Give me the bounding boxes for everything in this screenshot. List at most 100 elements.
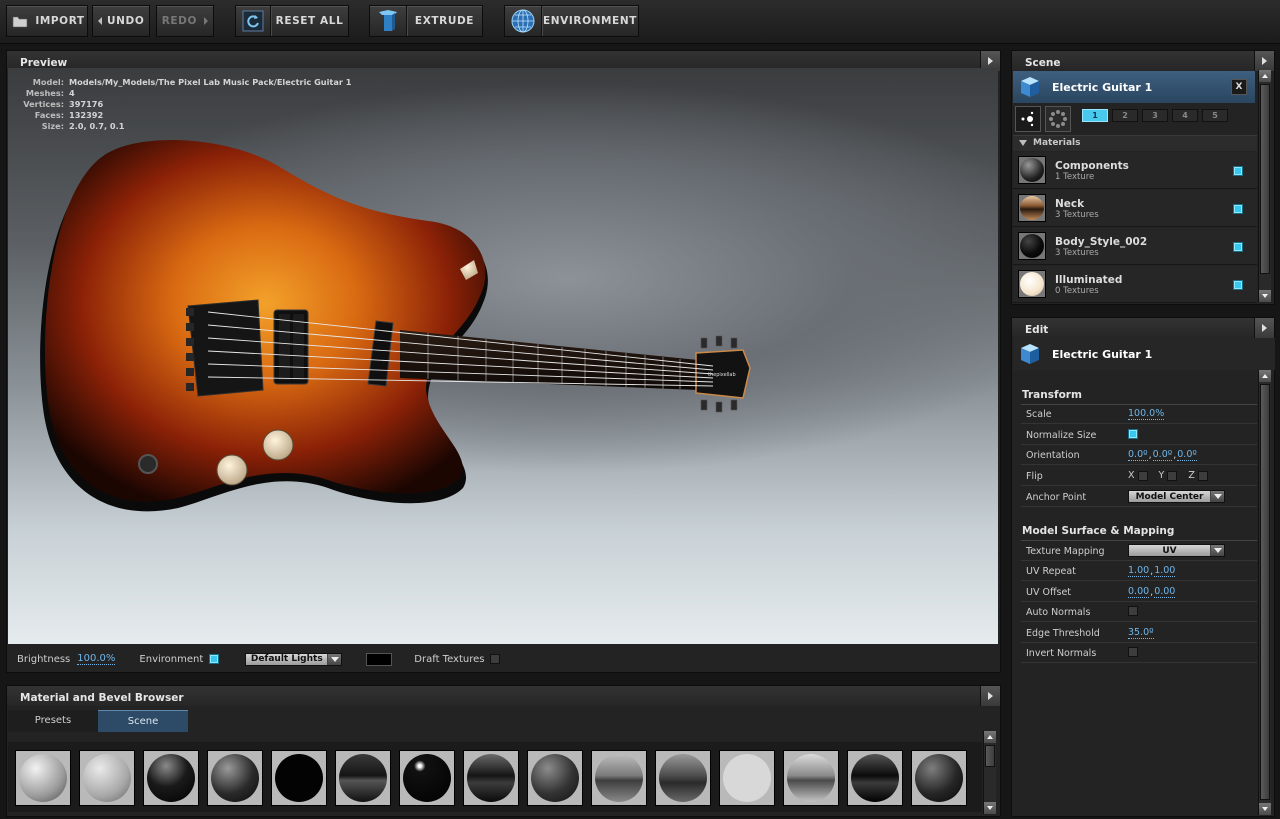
close-object-button[interactable]: X — [1231, 79, 1247, 95]
uv-offset-row: UV Offset 0.00, 0.00 — [1021, 582, 1257, 602]
material-swatch[interactable] — [463, 750, 519, 806]
auto-normals-label: Auto Normals — [1026, 607, 1091, 618]
chevron-right-icon — [988, 692, 993, 700]
scroll-up-button[interactable] — [1259, 370, 1271, 382]
scroll-thumb[interactable] — [1260, 84, 1270, 274]
layer-button-1[interactable]: 1 — [1082, 109, 1108, 122]
chevron-down-icon — [1210, 491, 1224, 502]
layer-button-4[interactable]: 4 — [1172, 109, 1198, 122]
brightness-label: Brightness — [17, 653, 71, 665]
material-swatch[interactable] — [335, 750, 391, 806]
light-mode-button[interactable] — [1015, 106, 1041, 132]
material-swatch[interactable] — [847, 750, 903, 806]
material-swatch[interactable] — [271, 750, 327, 806]
edge-threshold-label: Edge Threshold — [1026, 628, 1100, 639]
orientation-y-value[interactable]: 0.0º — [1152, 449, 1173, 461]
scale-value[interactable]: 100.0% — [1128, 408, 1165, 420]
extrude-button[interactable]: EXTRUDE — [369, 5, 483, 37]
scroll-up-button[interactable] — [1259, 70, 1271, 82]
uv-offset-v-value[interactable]: 0.00 — [1154, 586, 1176, 598]
layer-button-2[interactable]: 2 — [1112, 109, 1138, 122]
flip-z-checkbox[interactable] — [1197, 470, 1208, 481]
material-swatch[interactable] — [399, 750, 455, 806]
edit-expand-button[interactable] — [1254, 318, 1274, 338]
invert-normals-checkbox[interactable] — [1128, 647, 1138, 657]
flip-x-checkbox[interactable] — [1137, 470, 1148, 481]
tab-presets[interactable]: Presets — [8, 710, 98, 732]
orientation-z-value[interactable]: 0.0º — [1177, 449, 1197, 461]
texture-mapping-row: Texture Mapping UV — [1021, 541, 1257, 561]
flip-x-label: X — [1128, 470, 1135, 481]
material-visible-checkbox[interactable] — [1233, 204, 1243, 214]
material-swatch[interactable] — [591, 750, 647, 806]
scene-scrollbar[interactable] — [1258, 70, 1271, 302]
material-swatch[interactable] — [79, 750, 135, 806]
edit-object-name: Electric Guitar 1 — [1052, 347, 1153, 361]
uv-offset-u-value[interactable]: 0.00 — [1128, 586, 1150, 598]
chevron-down-icon — [1019, 139, 1027, 146]
scene-object-header[interactable]: Electric Guitar 1 X — [1013, 71, 1255, 103]
anchor-point-row: Anchor Point Model Center — [1021, 487, 1257, 507]
reset-all-button[interactable]: RESET ALL — [235, 5, 349, 37]
brightness-value[interactable]: 100.0% — [77, 653, 116, 665]
material-swatch[interactable] — [207, 750, 263, 806]
flip-y-checkbox[interactable] — [1167, 470, 1178, 481]
scale-label: Scale — [1026, 409, 1052, 420]
scroll-down-button[interactable] — [1259, 290, 1271, 302]
import-button[interactable]: IMPORT — [6, 5, 88, 37]
material-swatch[interactable] — [655, 750, 711, 806]
group-mode-button[interactable] — [1045, 106, 1071, 132]
uv-repeat-u-value[interactable]: 1.00 — [1128, 565, 1150, 577]
uv-repeat-v-value[interactable]: 1.00 — [1154, 565, 1176, 577]
material-swatch[interactable] — [527, 750, 583, 806]
auto-normals-checkbox[interactable] — [1128, 606, 1138, 616]
ring-icon — [1049, 110, 1067, 128]
environment-checkbox[interactable] — [209, 654, 220, 664]
material-visible-checkbox[interactable] — [1233, 166, 1243, 176]
redo-button[interactable]: REDO — [156, 5, 214, 37]
material-swatch[interactable] — [911, 750, 967, 806]
materials-header[interactable]: Materials — [1013, 135, 1257, 151]
tab-scene[interactable]: Scene — [98, 710, 188, 732]
redo-label: REDO — [161, 15, 197, 27]
browser-expand-button[interactable] — [980, 686, 1000, 706]
material-name: Illuminated — [1055, 274, 1123, 286]
layer-button-5[interactable]: 5 — [1202, 109, 1228, 122]
material-row-neck[interactable]: Neck 3 Textures — [1013, 190, 1257, 227]
background-color-swatch[interactable] — [366, 652, 393, 666]
main-toolbar: IMPORT UNDO REDO RESET ALL EXTRUDE ENVIR… — [0, 0, 1280, 44]
layer-button-3[interactable]: 3 — [1142, 109, 1168, 122]
material-visible-checkbox[interactable] — [1233, 242, 1243, 252]
edge-threshold-value[interactable]: 35.0º — [1128, 627, 1154, 639]
scroll-down-button[interactable] — [1259, 803, 1271, 815]
scroll-down-button[interactable] — [984, 802, 996, 814]
anchor-point-dropdown[interactable]: Model Center — [1128, 490, 1225, 503]
texture-mapping-dropdown[interactable]: UV — [1128, 544, 1225, 557]
normalize-size-checkbox[interactable] — [1128, 429, 1138, 439]
material-swatch[interactable] — [143, 750, 199, 806]
environment-button[interactable]: ENVIRONMENT — [504, 5, 639, 37]
scene-object-name: Electric Guitar 1 — [1052, 80, 1153, 94]
lights-dropdown[interactable]: Default Lights — [245, 652, 343, 666]
scroll-thumb[interactable] — [985, 745, 995, 767]
material-row-components[interactable]: Components 1 Texture — [1013, 152, 1257, 189]
draft-textures-checkbox[interactable] — [490, 654, 501, 664]
edit-scrollbar[interactable] — [1258, 370, 1271, 815]
browser-scrollbar[interactable] — [983, 731, 996, 814]
material-name: Body_Style_002 — [1055, 236, 1148, 248]
undo-button[interactable]: UNDO — [92, 5, 150, 37]
material-row-body-style[interactable]: Body_Style_002 3 Textures — [1013, 228, 1257, 265]
material-swatch[interactable] — [783, 750, 839, 806]
material-swatch[interactable] — [719, 750, 775, 806]
material-visible-checkbox[interactable] — [1233, 280, 1243, 290]
cube-icon — [1018, 75, 1042, 99]
orientation-x-value[interactable]: 0.0º — [1128, 449, 1148, 461]
material-swatch[interactable] — [15, 750, 71, 806]
environment-label: ENVIRONMENT — [543, 15, 637, 27]
material-name: Neck — [1055, 198, 1085, 210]
material-row-illuminated[interactable]: Illuminated 0 Textures — [1013, 266, 1257, 303]
scene-expand-button[interactable] — [1254, 51, 1274, 71]
scroll-up-button[interactable] — [984, 731, 996, 743]
scroll-thumb[interactable] — [1260, 384, 1270, 800]
preview-viewport[interactable]: Model: Models/My_Models/The Pixel Lab Mus… — [8, 68, 998, 644]
